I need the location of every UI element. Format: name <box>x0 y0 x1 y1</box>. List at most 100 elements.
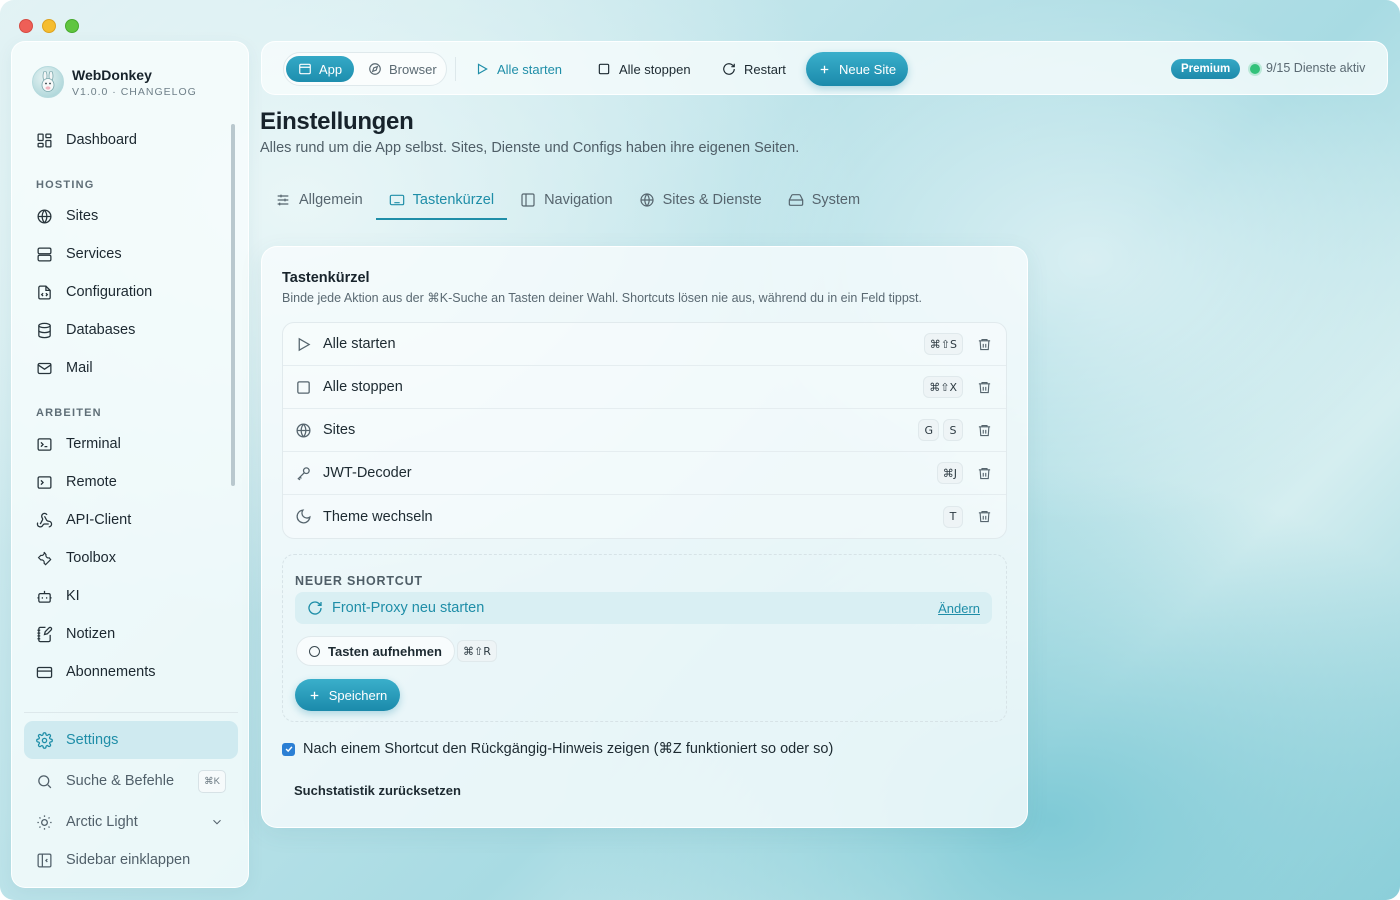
tab-sites-dienste[interactable]: Sites & Dienste <box>626 180 775 220</box>
shortcut-row-alle-starten[interactable]: Alle starten ⌘⇧S <box>283 323 1006 366</box>
shortcut-label: Alle starten <box>323 336 396 352</box>
sidebar-item-settings[interactable]: Settings <box>24 721 238 759</box>
trash-icon[interactable] <box>977 509 992 524</box>
shortcut-row-jwt-decoder[interactable]: JWT-Decoder ⌘J <box>283 452 1006 495</box>
sidebar-item-ki[interactable]: KI <box>24 577 238 615</box>
undo-hint-checkbox[interactable] <box>282 742 295 756</box>
tab-allgemein[interactable]: Allgemein <box>262 180 376 220</box>
shortcut-row-theme-wechseln[interactable]: Theme wechseln T <box>283 495 1006 538</box>
tab-label: Allgemein <box>299 192 363 208</box>
mode-app-button[interactable]: App <box>286 56 355 82</box>
app-version-changelog[interactable]: V1.0.0 · CHANGELOG <box>72 86 197 98</box>
sidebar-item-services[interactable]: Services <box>24 235 238 273</box>
sidebar-item-label: Toolbox <box>66 550 116 566</box>
tab-navigation[interactable]: Navigation <box>507 180 626 220</box>
remote-terminal-icon <box>37 475 52 489</box>
mode-app-label: App <box>319 61 343 77</box>
sidebar-item-remote[interactable]: Remote <box>24 463 238 501</box>
trash-icon[interactable] <box>977 380 992 395</box>
shortcut-keys: ⌘⇧X <box>923 376 963 398</box>
sidebar-item-mail[interactable]: Mail <box>24 349 238 387</box>
search-icon <box>38 774 52 788</box>
sidebar-item-sites[interactable]: Sites <box>24 197 238 235</box>
sidebar-section-hosting: HOSTING <box>36 179 95 191</box>
sun-icon <box>37 814 52 830</box>
rotate-icon <box>308 601 322 615</box>
sidebar-item-toolbox[interactable]: Toolbox <box>24 539 238 577</box>
sidebar-item-api-client[interactable]: API-Client <box>24 501 238 539</box>
mode-browser-button[interactable]: Browser <box>356 56 449 82</box>
new-site-label: Neue Site <box>838 61 897 77</box>
sidebar-item-configuration[interactable]: Configuration <box>24 273 238 311</box>
trash-icon[interactable] <box>977 337 992 352</box>
restart-button[interactable]: Restart <box>722 57 786 81</box>
sidebar-item-label: Sites <box>66 208 99 224</box>
tab-label: Navigation <box>544 192 613 208</box>
sidebar-item-search[interactable]: Suche & Befehle ⌘K <box>24 762 238 800</box>
save-label: Speichern <box>328 687 388 703</box>
sidebar-item-label: Suche & Befehle <box>66 773 175 789</box>
mode-browser-label: Browser <box>389 61 437 77</box>
close-window-button[interactable] <box>19 19 33 33</box>
app-window: WebDonkey V1.0.0 · CHANGELOG Dashboard H… <box>0 0 1400 900</box>
shortcut-keys: G S <box>918 419 963 441</box>
theme-switcher[interactable]: Arctic Light <box>24 803 238 841</box>
change-action-link[interactable]: Ändern <box>938 601 980 616</box>
key-badge: S <box>943 419 963 441</box>
sidebar-item-dashboard[interactable]: Dashboard <box>24 121 238 159</box>
sidebar-item-label: Abonnements <box>66 664 156 680</box>
shortcuts-title: Tastenkürzel <box>282 270 370 286</box>
services-status-text[interactable]: 9/15 Dienste aktiv <box>1266 61 1365 75</box>
key-badge: ⌘⇧R <box>457 640 497 662</box>
sidebar: WebDonkey V1.0.0 · CHANGELOG Dashboard H… <box>11 41 249 888</box>
brand[interactable]: WebDonkey V1.0.0 · CHANGELOG <box>32 66 197 98</box>
tab-system[interactable]: System <box>775 180 873 220</box>
sidebar-scrollbar[interactable] <box>231 124 235 486</box>
new-site-button[interactable]: Neue Site <box>806 52 908 86</box>
tab-tastenkuerzel[interactable]: Tastenkürzel <box>375 180 508 220</box>
globe-icon <box>37 208 52 224</box>
sidebar-item-databases[interactable]: Databases <box>24 311 238 349</box>
sidebar-item-label: API-Client <box>66 512 132 528</box>
shortcut-label: JWT-Decoder <box>323 465 412 481</box>
record-keys-button[interactable]: Tasten aufnehmen <box>296 636 455 666</box>
toolbar-divider <box>455 57 456 81</box>
sidebar-item-label: Settings <box>66 732 119 748</box>
undo-hint-label: Nach einem Shortcut den Rückgängig-Hinwe… <box>303 741 834 757</box>
top-toolbar: App Browser Alle starten Alle stoppen Re… <box>261 41 1388 95</box>
sidebar-item-label: Notizen <box>66 626 116 642</box>
sidebar-item-notizen[interactable]: Notizen <box>24 615 238 653</box>
sliders-icon <box>277 194 289 206</box>
new-shortcut-panel: NEUER SHORTCUT Front-Proxy neu starten Ä… <box>282 554 1007 722</box>
recorded-keys: ⌘⇧R <box>457 640 497 662</box>
sidebar-collapse-button[interactable]: Sidebar einklappen <box>24 841 238 879</box>
undo-hint-option[interactable]: Nach einem Shortcut den Rückgängig-Hinwe… <box>282 741 833 757</box>
sidebar-item-abonnements[interactable]: Abonnements <box>24 653 238 691</box>
sidebar-footer: Settings Suche & Befehle ⌘K Arctic Light… <box>24 721 238 879</box>
sidebar-item-label: Databases <box>66 322 136 338</box>
sidebar-item-label: Services <box>66 246 122 262</box>
stop-all-label: Alle stoppen <box>619 61 691 77</box>
server-icon <box>37 246 52 262</box>
shortcut-row-alle-stoppen[interactable]: Alle stoppen ⌘⇧X <box>283 366 1006 409</box>
shortcuts-description: Binde jede Aktion aus der ⌘K-Suche an Ta… <box>282 291 922 305</box>
panel-left-icon <box>521 193 535 207</box>
start-all-button[interactable]: Alle starten <box>475 57 562 81</box>
chevron-down-icon <box>213 819 221 825</box>
shortcut-row-sites[interactable]: Sites G S <box>283 409 1006 452</box>
sidebar-item-terminal[interactable]: Terminal <box>24 425 238 463</box>
zoom-window-button[interactable] <box>65 19 79 33</box>
sidebar-nav: Dashboard HOSTING Sites Services Configu… <box>24 121 238 691</box>
stop-all-button[interactable]: Alle stoppen <box>597 57 691 81</box>
plus-icon <box>310 691 319 699</box>
sidebar-item-label: Dashboard <box>66 132 137 148</box>
trash-icon[interactable] <box>977 466 992 481</box>
sidebar-item-label: Configuration <box>66 284 153 300</box>
minimize-window-button[interactable] <box>42 19 56 33</box>
trash-icon[interactable] <box>977 423 992 438</box>
save-shortcut-button[interactable]: Speichern <box>295 679 400 711</box>
new-shortcut-action-select[interactable]: Front-Proxy neu starten Ändern <box>295 592 992 624</box>
premium-badge[interactable]: Premium <box>1171 59 1241 79</box>
window-controls <box>19 19 79 33</box>
reset-search-stats-button[interactable]: Suchstatistik zurücksetzen <box>294 783 461 798</box>
